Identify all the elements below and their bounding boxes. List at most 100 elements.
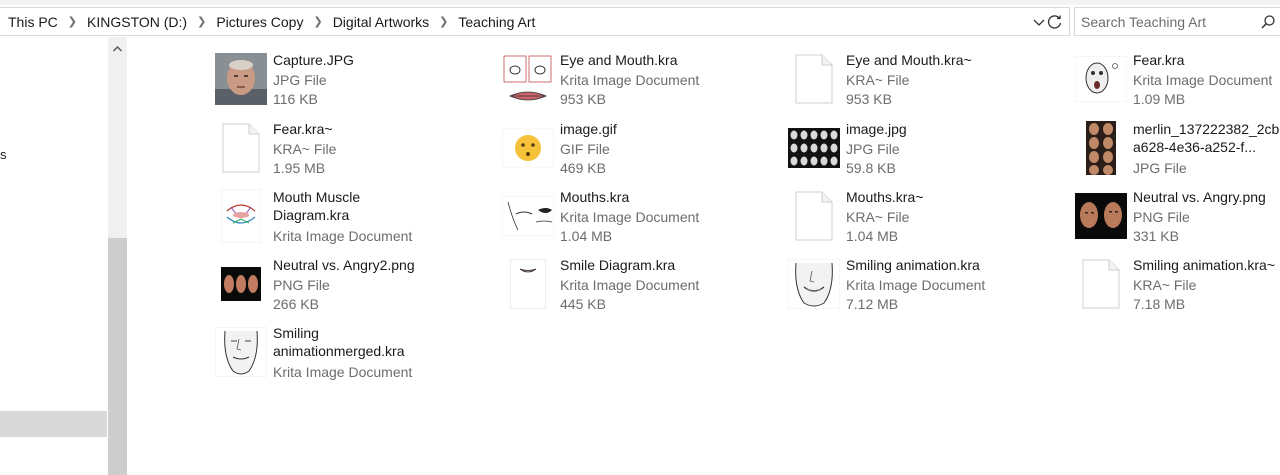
navigation-pane[interactable]: s [0,37,127,475]
file-type: JPG File [1133,160,1187,176]
file-type: Krita Image Document [273,228,413,244]
file-name: Mouths.kra~ [846,189,924,205]
file-type: GIF File [560,141,610,157]
emoji-face-icon [501,120,555,176]
blank-document-icon [787,188,841,244]
file-size: 59.8 KB [846,160,896,176]
file-tile[interactable]: Neutral vs. Angry.png PNG File 331 KB [1074,188,1280,250]
file-type: KRA~ File [1133,277,1197,293]
nav-item-label[interactable]: s [0,147,7,162]
file-tile[interactable]: image.gif GIF File 469 KB [501,120,781,182]
file-name: merlin_137222382_2cba647-a628-4e36-a252-… [1133,121,1280,155]
file-tile[interactable]: merlin_137222382_2cba647-a628-4e36-a252-… [1074,120,1280,182]
file-tile[interactable]: Smiling animation.kra Krita Image Docume… [787,256,1067,318]
file-size: 953 KB [846,91,892,107]
breadcrumb-pictures-copy[interactable]: Pictures Copy [216,14,303,30]
smile-sketch-icon [501,256,555,312]
file-name: Mouth Muscle Diagram.kra [273,189,361,223]
face-drawing-icon [787,256,841,312]
scroll-up-arrow-icon[interactable] [111,43,124,55]
chevron-right-icon[interactable]: ❯ [197,15,206,28]
refresh-icon[interactable] [1046,13,1064,31]
file-size: 7.18 MB [1133,296,1186,312]
title-strip [0,0,1280,5]
search-box[interactable] [1074,7,1280,36]
file-name: Capture.JPG [273,52,354,68]
search-icon[interactable] [1260,14,1276,30]
file-type: Krita Image Document [560,72,700,88]
file-type: JPG File [846,141,900,157]
file-size: 1.04 MB [846,228,899,244]
file-tile[interactable]: image.jpg JPG File 59.8 KB [787,120,1067,182]
file-size: 331 KB [1133,228,1179,244]
file-name: Smiling animationmerged.kra [273,325,405,359]
muscle-diagram-icon [214,188,268,244]
file-type: Krita Image Document [846,277,986,293]
file-size: 116 KB [273,91,318,107]
file-type: Krita Image Document [560,209,700,225]
file-tile[interactable]: Eye and Mouth.kra~ KRA~ File 953 KB [787,51,1067,113]
photo-grid-icon [1074,120,1128,176]
faces-comparison-icon [214,256,268,312]
chevron-right-icon[interactable]: ❯ [439,15,448,28]
face-grid-icon [787,120,841,176]
file-tile[interactable]: Smiling animationmerged.kra Krita Image … [214,324,494,386]
file-name: Neutral vs. Angry.png [1133,189,1266,205]
file-tile[interactable]: Mouths.kra~ KRA~ File 1.04 MB [787,188,1067,250]
file-type: Krita Image Document [273,364,413,380]
file-name: image.gif [560,121,617,137]
chevron-right-icon[interactable]: ❯ [313,15,322,28]
file-name: Mouths.kra [560,189,630,205]
chevron-down-icon[interactable] [1031,14,1047,30]
breadcrumb-kingston[interactable]: KINGSTON (D:) [87,14,187,30]
faces-comparison-icon [1074,188,1128,244]
file-name: Neutral vs. Angry2.png [273,257,415,273]
file-tile[interactable]: Fear.kra~ KRA~ File 1.95 MB [214,120,494,182]
nav-scrollbar-thumb[interactable] [108,238,127,475]
chevron-right-icon[interactable]: ❯ [68,15,77,28]
address-bar[interactable]: This PC ❯ KINGSTON (D:) ❯ Pictures Copy … [0,7,1070,36]
fear-sketch-icon [1074,51,1128,107]
face-drawing-icon [214,324,268,380]
blank-document-icon [787,51,841,107]
file-name: image.jpg [846,121,907,137]
file-size: 445 KB [560,296,606,312]
file-type: Krita Image Document [1133,72,1273,88]
file-size: 1.04 MB [560,228,613,244]
file-type: Krita Image Document [560,277,700,293]
file-size: 469 KB [560,160,606,176]
file-size: 1.95 MB [273,160,326,176]
file-tile[interactable]: Capture.JPG JPG File 116 KB [214,51,494,113]
blank-document-icon [1074,256,1128,312]
file-name: Smile Diagram.kra [560,257,676,273]
file-size: 266 KB [273,296,319,312]
nav-item-selected[interactable] [0,411,107,437]
photo-face-icon [214,51,268,107]
file-type: KRA~ File [846,72,910,88]
file-size: 7.12 MB [846,296,899,312]
search-input[interactable] [1081,8,1251,35]
file-name: Smiling animation.kra~ [1133,257,1276,273]
file-tile[interactable]: Fear.kra Krita Image Document 1.09 MB [1074,51,1280,113]
eye-mouth-sketch-icon [501,51,555,107]
file-tile[interactable]: Mouth Muscle Diagram.kra Krita Image Doc… [214,188,494,250]
file-tile[interactable]: Smile Diagram.kra Krita Image Document 4… [501,256,781,318]
breadcrumb-this-pc[interactable]: This PC [8,14,58,30]
file-tile[interactable]: Neutral vs. Angry2.png PNG File 266 KB [214,256,494,318]
file-type: PNG File [273,277,330,293]
breadcrumb-digital-artworks[interactable]: Digital Artworks [333,14,429,30]
file-name: Eye and Mouth.kra [560,52,678,68]
mouths-sketch-icon [501,188,555,244]
blank-document-icon [214,120,268,176]
file-type: PNG File [1133,209,1190,225]
file-size: 1.09 MB [1133,91,1186,107]
breadcrumb-teaching-art[interactable]: Teaching Art [458,14,535,30]
file-tile[interactable]: Eye and Mouth.kra Krita Image Document 9… [501,51,781,113]
file-size: 953 KB [560,91,606,107]
file-name: Fear.kra~ [273,121,333,137]
file-type: JPG File [273,72,327,88]
file-tile[interactable]: Smiling animation.kra~ KRA~ File 7.18 MB [1074,256,1280,318]
file-tile[interactable]: Mouths.kra Krita Image Document 1.04 MB [501,188,781,250]
file-name: Eye and Mouth.kra~ [846,52,972,68]
file-list: Capture.JPG JPG File 116 KB Eye and Mout… [127,37,1280,475]
